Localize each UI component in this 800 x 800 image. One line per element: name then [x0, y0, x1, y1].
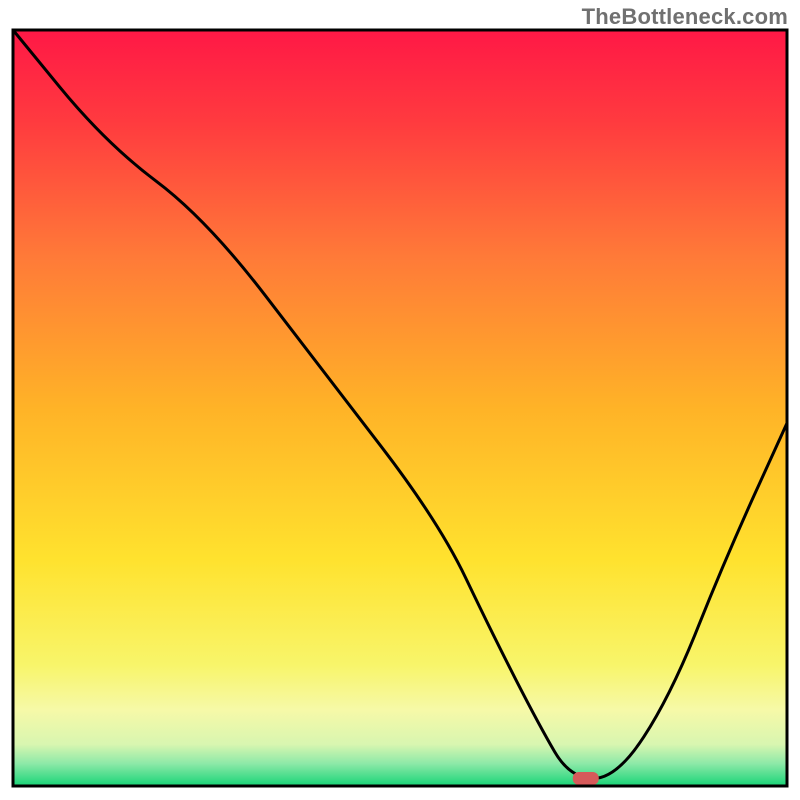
chart-stage: TheBottleneck.com — [0, 0, 800, 800]
bottleneck-chart — [0, 0, 800, 800]
optimal-marker — [573, 772, 599, 785]
plot-background — [13, 30, 787, 786]
watermark-label: TheBottleneck.com — [582, 4, 788, 30]
